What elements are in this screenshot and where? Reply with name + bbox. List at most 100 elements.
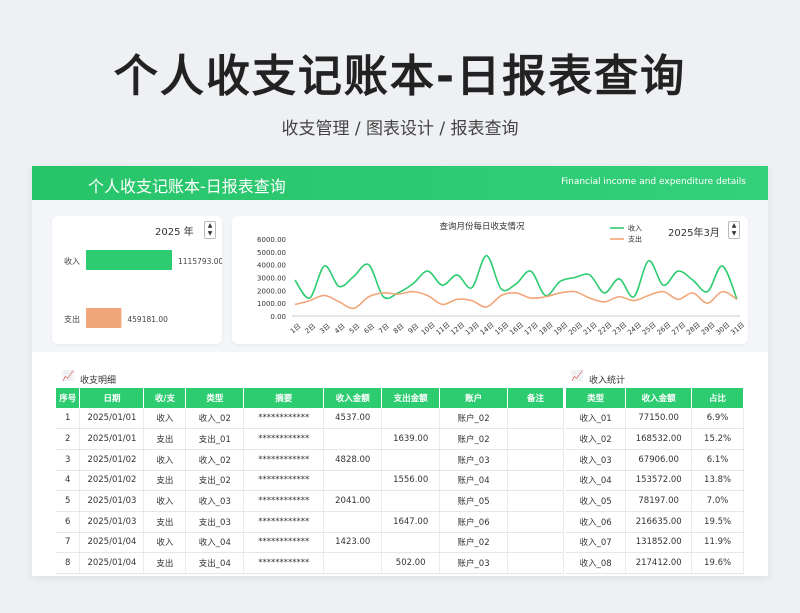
table-cell[interactable]: 2025/01/04 [79, 552, 145, 574]
table-cell[interactable]: ************ [243, 532, 325, 554]
month-spinner[interactable]: ▲ ▼ [728, 221, 740, 239]
table-cell[interactable]: 217412.00 [625, 552, 693, 574]
table-cell[interactable]: 收入_08 [566, 552, 627, 574]
table-cell[interactable]: 13.8% [691, 470, 744, 492]
table-cell[interactable] [507, 490, 564, 512]
table-cell[interactable]: 1556.00 [381, 470, 441, 492]
table-row[interactable]: 4 2025/01/02 支出 支出_02 ************ 1556.00 账户_… [56, 470, 564, 492]
table-cell[interactable]: 账户_02 [439, 428, 509, 450]
table-cell[interactable] [381, 490, 441, 512]
table-cell[interactable]: 2025/01/04 [79, 532, 145, 554]
table-cell[interactable]: ************ [243, 428, 325, 450]
table-cell[interactable] [381, 532, 441, 554]
table-cell[interactable]: 支出_01 [185, 428, 245, 450]
table-cell[interactable]: 19.5% [691, 511, 744, 533]
table-cell[interactable]: 2 [56, 428, 81, 450]
table-cell[interactable] [323, 552, 383, 574]
table-cell[interactable]: 账户_06 [439, 511, 509, 533]
table-cell[interactable]: 8 [56, 552, 81, 574]
table-cell[interactable]: 67906.00 [625, 449, 693, 471]
column-header[interactable]: 类型 [185, 388, 245, 408]
table-row[interactable]: 收入_01 77150.00 6.9% [566, 408, 744, 430]
table-row[interactable]: 收入_08 217412.00 19.6% [566, 552, 744, 574]
table-cell[interactable]: 168532.00 [625, 428, 693, 450]
column-header[interactable]: 序号 [56, 388, 81, 408]
table-row[interactable]: 2 2025/01/01 支出 支出_01 ************ 1639.00 账户_… [56, 428, 564, 450]
table-row[interactable]: 8 2025/01/04 支出 支出_04 ************ 502.00 账户_0… [56, 552, 564, 574]
column-header[interactable]: 类型 [566, 388, 627, 408]
column-header[interactable]: 账户 [439, 388, 509, 408]
table-cell[interactable]: 收入_03 [185, 490, 245, 512]
table-cell[interactable]: 6 [56, 511, 81, 533]
table-cell[interactable]: 216635.00 [625, 511, 693, 533]
table-cell[interactable]: 支出_04 [185, 552, 245, 574]
column-header[interactable]: 收入金额 [323, 388, 383, 408]
table-row[interactable]: 1 2025/01/01 收入 收入_02 ************ 4537.00 账户_… [56, 408, 564, 430]
table-cell[interactable]: 收入 [143, 490, 187, 512]
table-cell[interactable]: 支出_02 [185, 470, 245, 492]
table-cell[interactable]: 1 [56, 408, 81, 430]
column-header[interactable]: 支出金额 [381, 388, 441, 408]
table-cell[interactable]: 收入 [143, 532, 187, 554]
table-row[interactable]: 收入_04 153572.00 13.8% [566, 470, 744, 492]
table-cell[interactable] [507, 408, 564, 430]
table-cell[interactable]: 4828.00 [323, 449, 383, 471]
column-header[interactable]: 收/支 [143, 388, 187, 408]
table-cell[interactable] [507, 470, 564, 492]
table-cell[interactable]: 收入_06 [566, 511, 627, 533]
table-cell[interactable] [323, 428, 383, 450]
table-cell[interactable]: 收入_01 [566, 408, 627, 430]
table-row[interactable]: 7 2025/01/04 收入 收入_04 ************ 1423.00 账户_… [56, 532, 564, 554]
table-cell[interactable]: 6.1% [691, 449, 744, 471]
table-row[interactable]: 收入_06 216635.00 19.5% [566, 511, 744, 533]
table-cell[interactable]: 支出 [143, 470, 187, 492]
table-cell[interactable]: 7.0% [691, 490, 744, 512]
table-cell[interactable]: 收入 [143, 408, 187, 430]
table-cell[interactable]: 2025/01/03 [79, 511, 145, 533]
table-cell[interactable]: 153572.00 [625, 470, 693, 492]
table-cell[interactable]: 账户_04 [439, 470, 509, 492]
table-cell[interactable]: 6.9% [691, 408, 744, 430]
table-cell[interactable]: ************ [243, 470, 325, 492]
column-header[interactable]: 日期 [79, 388, 145, 408]
table-row[interactable]: 收入_03 67906.00 6.1% [566, 449, 744, 471]
table-cell[interactable]: 3 [56, 449, 81, 471]
table-cell[interactable]: 支出 [143, 552, 187, 574]
table-cell[interactable]: 15.2% [691, 428, 744, 450]
table-row[interactable]: 收入_02 168532.00 15.2% [566, 428, 744, 450]
table-cell[interactable]: 支出 [143, 428, 187, 450]
table-cell[interactable] [381, 449, 441, 471]
table-cell[interactable]: ************ [243, 511, 325, 533]
table-row[interactable]: 6 2025/01/03 支出 支出_03 ************ 1647.00 账户_… [56, 511, 564, 533]
table-cell[interactable]: 11.9% [691, 532, 744, 554]
table-cell[interactable] [507, 449, 564, 471]
table-cell[interactable]: 502.00 [381, 552, 441, 574]
table-cell[interactable]: 账户_02 [439, 408, 509, 430]
table-cell[interactable]: ************ [243, 552, 325, 574]
table-cell[interactable]: 收入 [143, 449, 187, 471]
table-cell[interactable]: 账户_05 [439, 490, 509, 512]
table-cell[interactable]: ************ [243, 408, 325, 430]
table-cell[interactable] [507, 552, 564, 574]
table-cell[interactable] [507, 511, 564, 533]
table-cell[interactable]: ************ [243, 490, 325, 512]
table-cell[interactable]: 收入_03 [566, 449, 627, 471]
column-header[interactable]: 收入金额 [625, 388, 693, 408]
table-cell[interactable]: 收入_07 [566, 532, 627, 554]
table-cell[interactable]: 77150.00 [625, 408, 693, 430]
table-cell[interactable] [381, 408, 441, 430]
table-cell[interactable]: 收入_05 [566, 490, 627, 512]
table-cell[interactable] [507, 532, 564, 554]
table-cell[interactable] [323, 470, 383, 492]
table-cell[interactable]: 2025/01/01 [79, 428, 145, 450]
table-row[interactable]: 5 2025/01/03 收入 收入_03 ************ 2041.00 账户_… [56, 490, 564, 512]
table-cell[interactable]: 账户_03 [439, 552, 509, 574]
table-cell[interactable]: 19.6% [691, 552, 744, 574]
table-cell[interactable]: 2025/01/03 [79, 490, 145, 512]
table-cell[interactable]: 2025/01/02 [79, 470, 145, 492]
table-cell[interactable]: 收入_02 [185, 408, 245, 430]
table-cell[interactable]: 2025/01/01 [79, 408, 145, 430]
table-cell[interactable]: 支出 [143, 511, 187, 533]
table-row[interactable]: 3 2025/01/02 收入 收入_02 ************ 4828.00 账户_… [56, 449, 564, 471]
table-cell[interactable]: 1647.00 [381, 511, 441, 533]
